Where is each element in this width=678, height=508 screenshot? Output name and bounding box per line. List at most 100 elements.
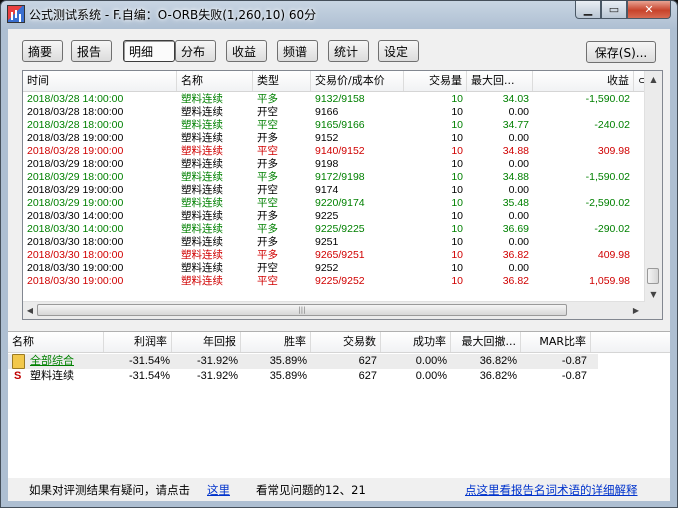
summary-row[interactable]: S 塑料连续 -31.54% -31.92% 35.89% 627 0.00% 36.82% -… bbox=[8, 369, 598, 384]
col-qty[interactable]: 交易量 bbox=[404, 71, 467, 91]
summary-row[interactable]: 全部综合 -31.54% -31.92% 35.89% 627 0.00% 36.82% -0… bbox=[8, 354, 598, 369]
cell-price: 9140/9152 bbox=[315, 145, 365, 157]
tab-summary[interactable]: 摘要 bbox=[22, 40, 63, 62]
trade-row[interactable]: 2018/03/30 14:00:00 塑料连续 平多 9225/9225 10 36.6… bbox=[23, 223, 645, 236]
cell-qty: 10 bbox=[451, 275, 463, 287]
window-title: 公式测试系统 - F.自编：O-ORB失败(1,260,10) 60分 bbox=[29, 8, 317, 22]
cell-win: 35.89% bbox=[269, 370, 307, 382]
cell-maxdd: 34.88 bbox=[502, 171, 529, 183]
trade-row[interactable]: 2018/03/29 19:00:00 塑料连续 开空 9174 10 0.00 bbox=[23, 184, 645, 197]
tab-settings[interactable]: 设定 bbox=[378, 40, 419, 62]
cell-maxdd: 36.82% bbox=[479, 370, 517, 382]
cell-name: 塑料连续 bbox=[181, 145, 223, 157]
vertical-scrollbar[interactable]: ▲ ▼ bbox=[644, 71, 662, 303]
cell-trades: 627 bbox=[358, 370, 377, 382]
trade-row[interactable]: 2018/03/28 14:00:00 塑料连续 平多 9132/9158 10 34.0… bbox=[23, 93, 645, 106]
col-type[interactable]: 类型 bbox=[253, 71, 311, 91]
cell-name: 塑料连续 bbox=[181, 236, 223, 248]
cell-time: 2018/03/28 18:00:00 bbox=[27, 119, 124, 131]
trade-row[interactable]: 2018/03/30 19:00:00 塑料连续 开空 9252 10 0.00 bbox=[23, 262, 645, 275]
maximize-button[interactable]: ▭ bbox=[601, 1, 627, 19]
cell-profit-rate: -31.54% bbox=[129, 370, 170, 382]
footer-here-link[interactable]: 这里 bbox=[207, 482, 230, 498]
scol-mar[interactable]: MAR比率 bbox=[521, 332, 591, 352]
cell-time: 2018/03/29 19:00:00 bbox=[27, 184, 124, 196]
cell-price: 9225/9225 bbox=[315, 223, 365, 235]
trade-row[interactable]: 2018/03/29 19:00:00 塑料连续 平空 9220/9174 10 35.4… bbox=[23, 197, 645, 210]
cell-time: 2018/03/28 19:00:00 bbox=[27, 132, 124, 144]
scol-success[interactable]: 成功率 bbox=[381, 332, 451, 352]
minimize-button[interactable]: ▁ bbox=[575, 1, 601, 19]
cell-name[interactable]: 全部综合 bbox=[30, 354, 104, 369]
detail-header: 时间 名称 类型 交易价/成本价 交易量 最大回... 收益 ⊂ bbox=[23, 71, 645, 92]
scol-win[interactable]: 胜率 bbox=[241, 332, 311, 352]
trade-row[interactable]: 2018/03/30 19:00:00 塑料连续 平空 9225/9252 10 36.8… bbox=[23, 275, 645, 288]
cell-name: 塑料连续 bbox=[181, 210, 223, 222]
cell-profit bbox=[533, 184, 630, 197]
save-button[interactable]: 保存(S)... bbox=[586, 41, 656, 63]
cell-type: 平空 bbox=[257, 275, 278, 287]
scroll-up-arrow-icon[interactable]: ▲ bbox=[645, 71, 662, 88]
vertical-scroll-thumb[interactable] bbox=[647, 268, 659, 284]
scol-annual[interactable]: 年回报 bbox=[172, 332, 241, 352]
footer-glossary-link[interactable]: 点这里看报告名词术语的详细解释 bbox=[465, 482, 638, 498]
cell-type: 开多 bbox=[257, 158, 278, 170]
cell-price: 9152 bbox=[315, 132, 339, 144]
cell-name: 塑料连续 bbox=[181, 223, 223, 235]
tab-report[interactable]: 报告 bbox=[71, 40, 112, 62]
scol-name[interactable]: 名称 bbox=[8, 332, 104, 352]
trade-row[interactable]: 2018/03/28 18:00:00 塑料连续 开空 9166 10 0.00 bbox=[23, 106, 645, 119]
cell-name: 塑料连续 bbox=[181, 106, 223, 118]
cell-time: 2018/03/30 19:00:00 bbox=[27, 262, 124, 274]
cell-time: 2018/03/29 19:00:00 bbox=[27, 197, 124, 209]
tab-statistics[interactable]: 统计 bbox=[328, 40, 369, 62]
cell-profit: -1,590.02 bbox=[585, 171, 630, 183]
cell-qty: 10 bbox=[451, 184, 463, 196]
cell-profit bbox=[533, 158, 630, 171]
cell-name: 塑料连续 bbox=[30, 370, 74, 382]
cell-maxdd: 36.82 bbox=[502, 249, 529, 261]
scroll-left-arrow-icon[interactable]: ◀ bbox=[23, 302, 37, 319]
col-maxdd[interactable]: 最大回... bbox=[467, 71, 533, 91]
tab-spectrum[interactable]: 频谱 bbox=[277, 40, 318, 62]
trade-row[interactable]: 2018/03/30 14:00:00 塑料连续 开多 9225 10 0.00 bbox=[23, 210, 645, 223]
tab-detail[interactable]: 明细 bbox=[123, 40, 175, 62]
cell-maxdd: 0.00 bbox=[508, 106, 529, 118]
close-button[interactable]: ✕ bbox=[627, 1, 671, 19]
cell-price: 9251 bbox=[315, 236, 339, 248]
col-price[interactable]: 交易价/成本价 bbox=[311, 71, 404, 91]
summary-table[interactable]: 名称 利润率 年回报 胜率 交易数 成功率 最大回撤... MAR比率 全部综合… bbox=[8, 331, 670, 478]
col-profit[interactable]: 收益 bbox=[533, 71, 634, 91]
trade-row[interactable]: 2018/03/30 18:00:00 塑料连续 平多 9265/9251 10 36.8… bbox=[23, 249, 645, 262]
cell-type: 平空 bbox=[257, 145, 278, 157]
trade-row[interactable]: 2018/03/29 18:00:00 塑料连续 平多 9172/9198 10 34.8… bbox=[23, 171, 645, 184]
trade-row[interactable]: 2018/03/29 18:00:00 塑料连续 开多 9198 10 0.00 bbox=[23, 158, 645, 171]
scol-trades[interactable]: 交易数 bbox=[311, 332, 381, 352]
scol-profit-rate[interactable]: 利润率 bbox=[104, 332, 172, 352]
cell-trades: 627 bbox=[358, 355, 377, 367]
tab-profit[interactable]: 收益 bbox=[226, 40, 267, 62]
scroll-down-arrow-icon[interactable]: ▼ bbox=[645, 286, 662, 303]
cell-time: 2018/03/30 18:00:00 bbox=[27, 236, 124, 248]
col-name[interactable]: 名称 bbox=[177, 71, 253, 91]
title-bar[interactable]: 公式测试系统 - F.自编：O-ORB失败(1,260,10) 60分 ▁ ▭ … bbox=[1, 1, 677, 27]
cell-maxdd: 0.00 bbox=[508, 158, 529, 170]
trade-row[interactable]: 2018/03/28 18:00:00 塑料连续 平空 9165/9166 10 34.7… bbox=[23, 119, 645, 132]
tab-distribution[interactable]: 分布 bbox=[175, 40, 216, 62]
cell-mar: -0.87 bbox=[561, 355, 587, 367]
trade-row[interactable]: 2018/03/28 19:00:00 塑料连续 平空 9140/9152 10 34.8… bbox=[23, 145, 645, 158]
col-time[interactable]: 时间 bbox=[23, 71, 177, 91]
cell-type: 开空 bbox=[257, 262, 278, 274]
cell-price: 9252 bbox=[315, 262, 339, 274]
horizontal-scrollbar[interactable]: ◀ ||| ▶ bbox=[23, 301, 645, 319]
tab-bar: 摘要 报告 明细 分布 收益 频谱 统计 设定 保存(S)... bbox=[8, 29, 670, 69]
trade-row[interactable]: 2018/03/30 18:00:00 塑料连续 开多 9251 10 0.00 bbox=[23, 236, 645, 249]
scroll-right-arrow-icon[interactable]: ▶ bbox=[629, 302, 643, 319]
horizontal-scroll-thumb[interactable]: ||| bbox=[37, 304, 567, 316]
cell-profit: -290.02 bbox=[594, 223, 630, 235]
cell-qty: 10 bbox=[451, 93, 463, 105]
trade-row[interactable]: 2018/03/28 19:00:00 塑料连续 开多 9152 10 0.00 bbox=[23, 132, 645, 145]
scol-maxdd[interactable]: 最大回撤... bbox=[451, 332, 521, 352]
detail-table[interactable]: 时间 名称 类型 交易价/成本价 交易量 最大回... 收益 ⊂ 2018/03… bbox=[22, 70, 663, 320]
cell-qty: 10 bbox=[451, 249, 463, 261]
